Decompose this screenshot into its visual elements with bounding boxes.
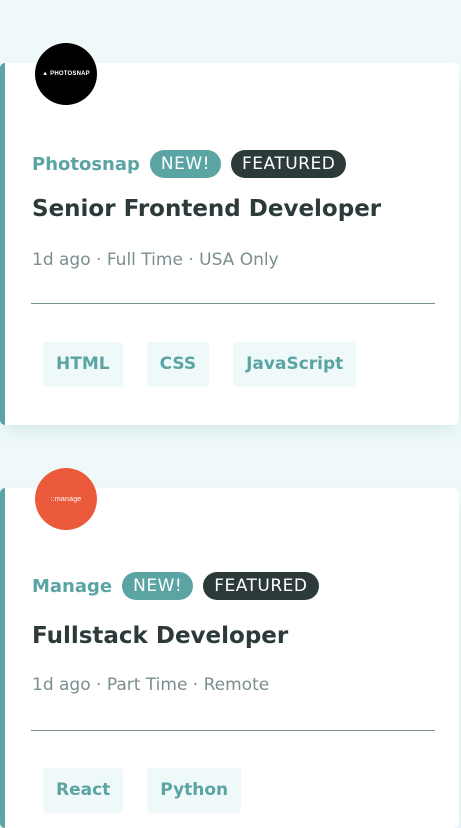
new-badge: NEW! xyxy=(149,150,221,178)
filter-tag-css[interactable]: CSS xyxy=(146,342,210,387)
job-position-title[interactable]: Senior Frontend Developer xyxy=(32,196,381,222)
divider xyxy=(31,730,435,731)
company-logo-text: ::manage xyxy=(50,495,82,503)
tag-list: HTML CSS JavaScript xyxy=(43,342,380,387)
divider xyxy=(31,303,435,304)
company-name: Manage xyxy=(32,575,113,597)
featured-badge: FEATURED xyxy=(203,572,319,600)
new-badge: NEW! xyxy=(122,572,194,600)
company-row: Manage NEW! FEATURED xyxy=(32,572,329,600)
job-card: ▲ PHOTOSNAP Photosnap NEW! FEATURED Seni… xyxy=(0,43,459,425)
filter-tag-react[interactable]: React xyxy=(43,768,124,813)
filter-tag-html[interactable]: HTML xyxy=(43,342,123,387)
company-name: Photosnap xyxy=(32,153,140,175)
company-logo-text: ▲ PHOTOSNAP xyxy=(42,71,90,77)
tag-list: React Python xyxy=(43,768,265,813)
job-meta: 1d ago · Full Time · USA Only xyxy=(32,250,279,270)
company-row: Photosnap NEW! FEATURED xyxy=(32,150,356,178)
job-meta: 1d ago · Part Time · Remote xyxy=(32,675,270,695)
filter-tag-javascript[interactable]: JavaScript xyxy=(233,342,357,387)
company-logo: ▲ PHOTOSNAP xyxy=(35,43,97,105)
company-logo: ::manage xyxy=(35,468,97,530)
job-position-title[interactable]: Fullstack Developer xyxy=(32,623,288,649)
featured-badge: FEATURED xyxy=(231,150,347,178)
job-card: ::manage Manage NEW! FEATURED Fullstack … xyxy=(0,468,459,828)
filter-tag-python[interactable]: Python xyxy=(147,768,242,813)
